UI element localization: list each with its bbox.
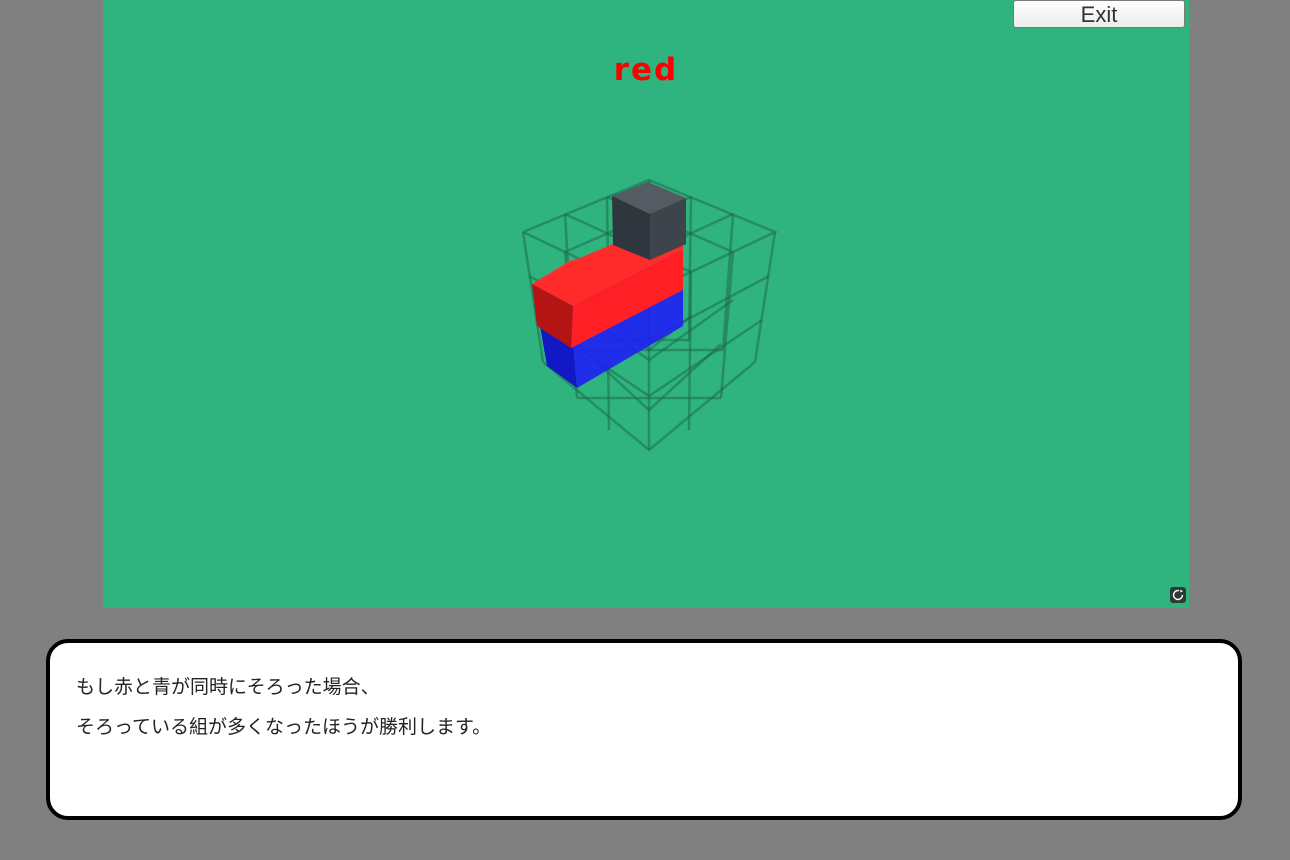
game-canvas[interactable]: red Exit (103, 0, 1189, 608)
refresh-icon[interactable] (1170, 587, 1186, 603)
dialog-line-1: もし赤と青が同時にそろった場合、 (76, 676, 380, 698)
cube-board[interactable] (103, 0, 1189, 608)
dialog-line-2: そろっている組が多くなったほうが勝利します。 (76, 716, 492, 738)
dark-piece[interactable] (612, 182, 686, 260)
exit-button[interactable]: Exit (1013, 0, 1185, 28)
message-dialog: もし赤と青が同時にそろった場合、 そろっている組が多くなったほうが勝利します。 (46, 639, 1242, 820)
